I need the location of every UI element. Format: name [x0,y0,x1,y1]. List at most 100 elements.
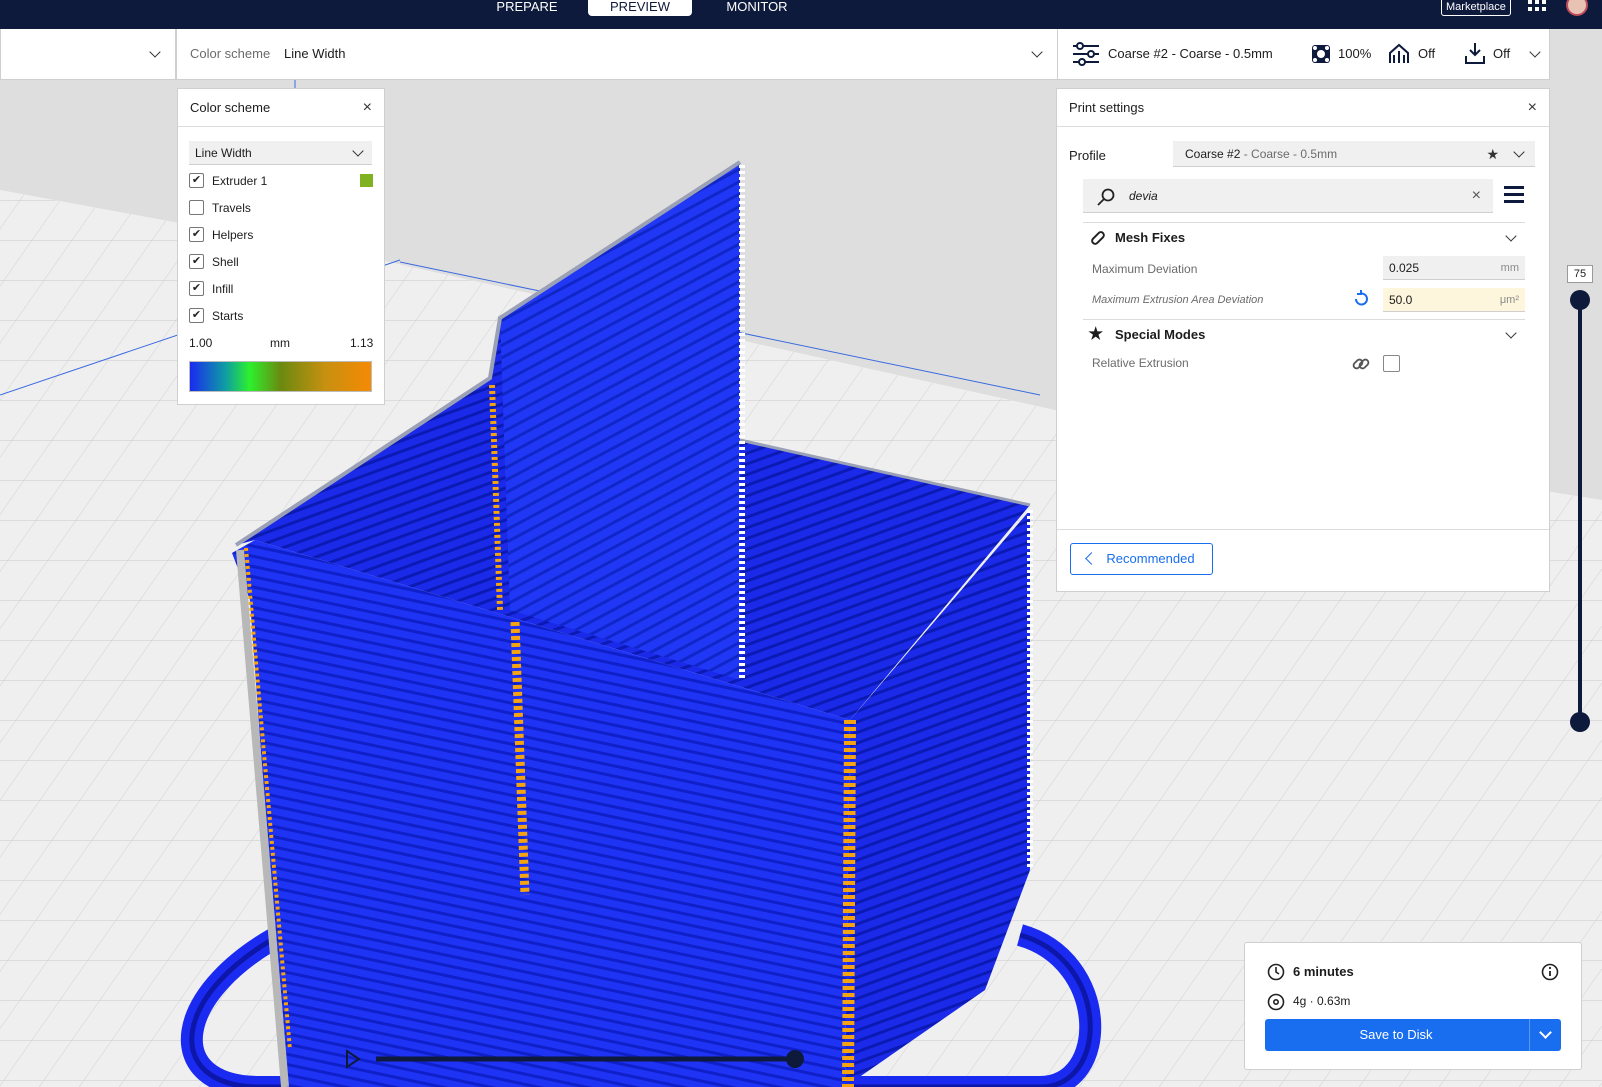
legend-item-label: Starts [212,308,244,323]
chevron-down-icon [352,145,364,157]
stage-prepare[interactable]: PREPARE [490,0,564,16]
recommended-label: Recommended [1106,551,1195,566]
legend-item-extruder-1[interactable]: ✔ Extruder 1 [189,173,373,189]
color-scheme-bar[interactable]: Color scheme Line Width [176,29,1058,80]
settings-search-input[interactable]: devia × [1083,179,1493,213]
layer-number-input[interactable]: 75 [1567,265,1593,283]
legend-item-infill[interactable]: ✔ Infill [189,281,373,297]
extruder-color-swatch [360,174,373,187]
maximum-deviation-input[interactable]: 0.025 mm [1383,256,1525,280]
setting-label: Relative Extrusion [1092,356,1189,370]
save-to-disk-button[interactable]: Save to Disk [1265,1019,1561,1051]
layer-slider-bottom-handle[interactable] [1570,712,1590,732]
info-icon[interactable] [1541,963,1559,981]
stage-preview[interactable]: PREVIEW [588,0,692,16]
clear-search-icon[interactable]: × [1472,179,1481,213]
field-value: 50.0 [1389,293,1413,307]
legend-item-label: Helpers [212,227,254,242]
chevron-down-icon [1031,46,1043,58]
layer-slider-track[interactable] [1578,300,1582,722]
max-extrusion-area-deviation-input[interactable]: 50.0 μm² [1383,288,1525,312]
print-setup-bar[interactable]: Coarse #2 - Coarse - 0.5mm 100% Off Off [1057,29,1550,80]
legend-item-label: Shell [212,254,239,269]
checkbox[interactable]: ✔ [189,308,204,324]
color-scheme-panel: Color scheme × Line Width 1.00 mm 1.13 ✔… [177,88,385,405]
field-unit: μm² [1499,294,1519,306]
panel-header: Print settings × [1057,89,1549,127]
panel-header: Color scheme × [178,89,384,127]
support-icon [1389,43,1409,63]
checkbox[interactable]: ✔ [189,254,204,270]
line-width-gradient [189,361,372,392]
field-unit: mm [1500,262,1519,274]
checkbox[interactable]: ✔ [189,227,204,243]
mesh-fixes-icon [1091,231,1105,245]
view-orientation-dropdown[interactable] [0,29,176,80]
color-scheme-label: Color scheme [190,46,271,61]
relative-extrusion-checkbox[interactable] [1383,355,1400,372]
color-scheme-select[interactable]: Line Width [189,141,372,165]
apps-grid-icon[interactable] [1528,0,1550,14]
clock-icon [1267,963,1285,981]
print-estimate-panel: 6 minutes 4g · 0.63m Save to Disk [1244,942,1582,1070]
marketplace-button[interactable]: Marketplace [1441,0,1511,16]
divider [1057,529,1549,530]
profile-name: Coarse #2 [1185,147,1241,161]
star-icon: ✭ [1089,326,1103,343]
color-scheme-value: Line Width [284,46,346,61]
legend-item-label: Travels [212,200,251,215]
category-title: Mesh Fixes [1115,230,1186,245]
infill-icon [1312,45,1330,63]
star-icon[interactable]: ★ [1486,141,1499,167]
spool-icon [1267,993,1285,1011]
chevron-down-icon [1529,46,1541,58]
legend-item-label: Infill [212,281,234,296]
support-value: Off [1418,46,1436,61]
legend-item-starts[interactable]: ✔ Starts [189,308,373,324]
profile-summary: Coarse #2 - Coarse - 0.5mm [1108,46,1273,61]
profile-select[interactable]: Coarse #2 - Coarse - 0.5mm ★ [1173,141,1535,167]
chevron-down-icon [149,46,161,58]
infill-value: 100% [1338,46,1372,61]
legend-item-travels[interactable]: Travels [189,200,373,216]
setting-label: Maximum Deviation [1092,262,1198,276]
link-icon [1352,358,1370,370]
range-min: 1.00 [189,336,213,350]
search-value: devia [1129,189,1158,203]
category-special-modes[interactable]: ✭ Special Modes [1083,320,1525,350]
legend-item-helpers[interactable]: ✔ Helpers [189,227,373,243]
save-label: Save to Disk [1359,1027,1433,1042]
divider [1529,1019,1530,1051]
profile-detail: - Coarse - 0.5mm [1240,147,1338,161]
range-unit: mm [270,336,290,350]
search-icon [1097,188,1115,206]
chevron-down-icon[interactable] [1539,1026,1552,1039]
checkbox[interactable]: ✔ [189,281,204,297]
field-value: 0.025 [1389,261,1420,275]
legend-item-shell[interactable]: ✔ Shell [189,254,373,270]
print-settings-panel: Print settings × Profile Coarse #2 - Coa… [1056,88,1550,592]
settings-menu-icon[interactable] [1504,186,1524,204]
recommended-button[interactable]: Recommended [1070,543,1213,575]
range-max: 1.13 [350,336,374,350]
close-icon[interactable]: × [363,89,372,127]
reset-icon[interactable] [1352,290,1370,308]
avatar[interactable] [1566,0,1588,16]
stage-bar: PREPARE PREVIEW MONITOR Marketplace [0,0,1602,29]
chevron-down-icon [1513,146,1525,158]
chevron-left-icon [1085,552,1098,565]
adhesion-icon [1465,43,1485,64]
adhesion-value: Off [1493,46,1511,61]
profile-label: Profile [1069,148,1106,163]
settings-sliders-icon [1073,42,1099,66]
close-icon[interactable]: × [1528,89,1537,127]
panel-title: Color scheme [190,100,271,115]
category-mesh-fixes[interactable]: Mesh Fixes [1083,223,1525,253]
checkbox[interactable]: ✔ [189,173,204,189]
category-title: Special Modes [1115,327,1206,342]
stage-monitor[interactable]: MONITOR [712,0,802,16]
print-time: 6 minutes [1293,964,1354,979]
select-value: Line Width [195,146,252,160]
checkbox[interactable] [189,200,204,216]
layer-slider-top-handle[interactable] [1570,290,1590,310]
